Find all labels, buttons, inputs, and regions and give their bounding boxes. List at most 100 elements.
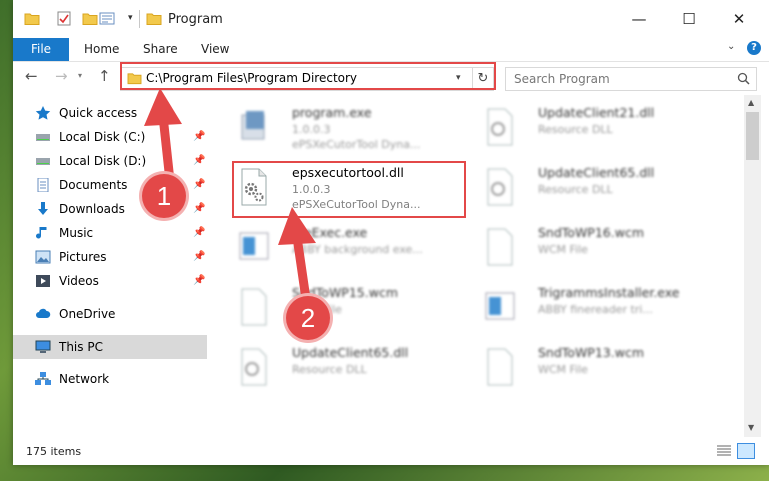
scroll-thumb[interactable]	[746, 112, 759, 160]
file-type: Resource DLL	[538, 123, 613, 136]
generic-file-icon	[487, 228, 513, 266]
file-type: Resource DLL	[538, 183, 613, 196]
step-badge-2: 2	[286, 296, 330, 340]
computer-icon	[35, 340, 51, 353]
exe-file-icon	[239, 232, 269, 260]
file-name: UpdateClient65.dll	[538, 165, 655, 180]
title-bar: ▾ Program — ☐ ✕	[13, 0, 769, 38]
tab-file[interactable]: File	[13, 38, 69, 61]
tab-share[interactable]: Share	[143, 38, 178, 61]
exe-file-icon	[241, 111, 265, 140]
pin-icon[interactable]: 📌	[193, 251, 205, 262]
drive-icon	[36, 158, 50, 165]
cloud-icon	[36, 308, 51, 318]
customize-icon[interactable]	[99, 11, 115, 26]
generic-file-icon	[487, 348, 513, 386]
folder-icon[interactable]	[24, 11, 40, 26]
dll-file-icon	[241, 348, 267, 386]
window-title: Program	[168, 12, 223, 27]
download-icon	[38, 202, 48, 215]
sidebar-item-label: Quick access	[59, 106, 138, 120]
file-item[interactable]: SndToWP16.wcm WCM File	[466, 221, 706, 281]
sidebar-item-pictures[interactable]: Pictures 📌	[13, 245, 207, 269]
scroll-down-icon[interactable]: ▼	[748, 423, 754, 432]
ribbon-tabs: File Home Share View ⌄ ?	[13, 38, 769, 62]
dll-file-icon	[487, 168, 513, 206]
file-item[interactable]: program.exe 1.0.0.3 ePSXeCutorTool Dyna.…	[220, 101, 460, 161]
dll-file-icon	[487, 108, 513, 146]
details-view-icon[interactable]	[717, 445, 731, 457]
sidebar-item-onedrive[interactable]: OneDrive	[13, 302, 207, 326]
file-name: UpdateClient21.dll	[538, 105, 655, 120]
sidebar-item-music[interactable]: Music 📌	[13, 221, 207, 245]
pin-icon[interactable]: 📌	[193, 275, 205, 286]
search-box[interactable]	[505, 67, 757, 91]
tab-view[interactable]: View	[201, 38, 229, 61]
file-item[interactable]: UpdateClient65.dll Resource DLL	[220, 341, 460, 401]
chevron-down-icon[interactable]: ⌄	[727, 41, 735, 52]
exe-file-icon	[485, 292, 515, 320]
videos-icon	[36, 275, 50, 287]
file-type: WCM File	[538, 243, 588, 256]
file-version: 1.0.0.3	[292, 123, 331, 136]
file-name: program.exe	[292, 105, 372, 120]
file-name: SndToWP13.wcm	[538, 345, 644, 360]
sidebar-item-label: Downloads	[59, 202, 125, 216]
back-arrow-icon[interactable]: ←	[25, 67, 38, 85]
close-button[interactable]: ✕	[716, 0, 762, 38]
maximize-button[interactable]: ☐	[666, 0, 712, 38]
large-icons-view-icon[interactable]	[737, 443, 755, 459]
file-item[interactable]: SndToWP13.wcm WCM File	[466, 341, 706, 401]
search-input[interactable]	[506, 68, 742, 90]
file-description: ePSXeCutorTool Dyna...	[292, 138, 421, 151]
file-item[interactable]: UpdateClient65.dll Resource DLL	[466, 161, 706, 221]
file-description: ABBY finereader tri...	[538, 303, 653, 316]
sidebar-item-label: Network	[59, 372, 110, 386]
documents-icon	[37, 178, 49, 192]
pictures-icon	[35, 250, 51, 264]
file-item[interactable]: TrigrammsInstaller.exe ABBY finereader t…	[466, 281, 706, 341]
drive-icon	[36, 134, 50, 141]
file-name: TrigrammsInstaller.exe	[538, 285, 680, 300]
item-count: 175 items	[26, 445, 82, 458]
sidebar-item-this-pc[interactable]: This PC	[13, 335, 207, 359]
generic-file-icon	[241, 288, 267, 326]
tab-home[interactable]: Home	[84, 38, 119, 61]
help-icon[interactable]: ?	[747, 41, 761, 55]
minimize-button[interactable]: —	[616, 0, 662, 38]
step-badge-1: 1	[142, 174, 186, 218]
new-folder-icon[interactable]	[82, 11, 98, 26]
file-type: WCM File	[538, 363, 588, 376]
pin-icon[interactable]: 📌	[193, 227, 205, 238]
network-icon	[35, 372, 51, 385]
file-type: Resource DLL	[292, 363, 367, 376]
sidebar-item-network[interactable]: Network	[13, 367, 207, 391]
sidebar-item-label: Videos	[59, 274, 99, 288]
sidebar-item-label: This PC	[59, 340, 103, 354]
music-icon	[36, 227, 47, 239]
sidebar-item-label: OneDrive	[59, 307, 116, 321]
sidebar-item-videos[interactable]: Videos 📌	[13, 269, 207, 293]
file-item[interactable]: UpdateClient21.dll Resource DLL	[466, 101, 706, 161]
file-name: SndToWP16.wcm	[538, 225, 644, 240]
properties-check-icon[interactable]	[56, 11, 72, 26]
arrow-annotation-1	[144, 88, 182, 186]
star-icon	[35, 106, 51, 120]
folder-icon	[146, 13, 162, 25]
file-highlight-box	[232, 161, 466, 218]
file-name: UpdateClient65.dll	[292, 345, 409, 360]
vertical-scrollbar[interactable]: ▲ ▼	[744, 95, 761, 437]
scroll-up-icon[interactable]: ▲	[748, 98, 754, 107]
up-arrow-icon[interactable]: ↑	[98, 67, 111, 85]
pin-icon[interactable]: 📌	[193, 203, 205, 214]
sidebar-item-label: Music	[59, 226, 94, 240]
sidebar-item-label: Documents	[59, 178, 128, 192]
search-icon[interactable]	[737, 72, 750, 85]
arrow-annotation-2	[278, 207, 316, 303]
forward-arrow-icon[interactable]: →	[55, 67, 68, 85]
status-bar: 175 items	[13, 437, 769, 465]
chevron-down-icon[interactable]: ▾	[128, 13, 133, 23]
sidebar-item-label: Pictures	[59, 250, 107, 264]
recent-locations-icon[interactable]: ▾	[78, 71, 82, 80]
explorer-window: ▾ Program — ☐ ✕ File Home Share View ⌄ ?…	[13, 0, 769, 465]
